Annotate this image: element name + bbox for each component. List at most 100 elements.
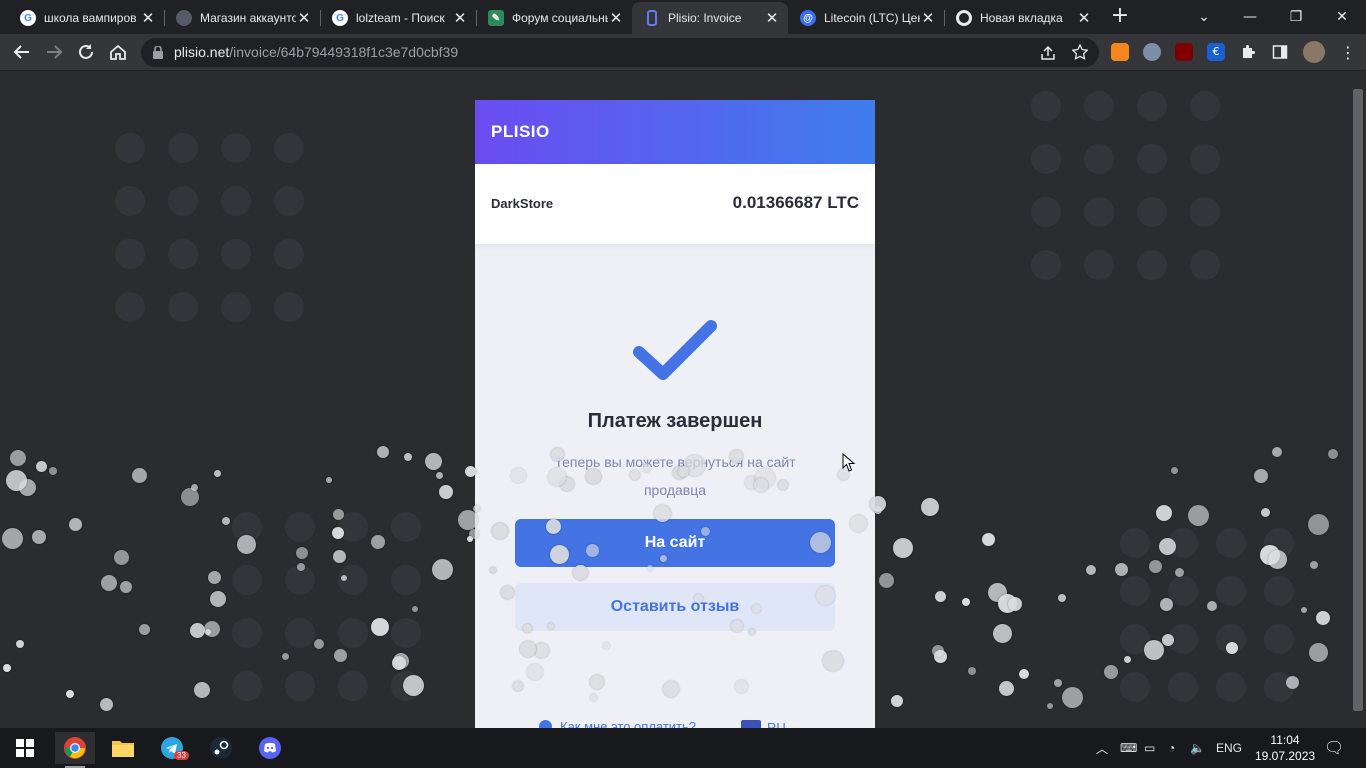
- chrome-menu-icon[interactable]: ⋮: [1336, 40, 1360, 64]
- language-indicator[interactable]: ENG: [1216, 728, 1242, 768]
- litecoin-particle-icon: [850, 515, 867, 532]
- litecoin-particle-icon: [590, 694, 597, 701]
- chrome-taskbar-button[interactable]: [55, 732, 95, 768]
- volume-icon[interactable]: 🔈: [1190, 728, 1205, 768]
- close-tab-icon[interactable]: ✕: [296, 9, 312, 27]
- tab-5-active[interactable]: Plisio: Invoice ✕: [632, 2, 788, 34]
- notification-badge: 33: [174, 751, 189, 760]
- notification-center-icon[interactable]: 🗨: [1324, 728, 1344, 768]
- litecoin-icon: @: [800, 10, 816, 26]
- euro-extension-icon[interactable]: €: [1207, 43, 1225, 61]
- litecoin-particle-icon: [222, 517, 230, 525]
- litecoin-particle-icon: [1008, 597, 1022, 611]
- address-bar[interactable]: plisio.net/invoice/64b79449318f1c3e7d0cb…: [141, 38, 1099, 67]
- flag-icon: [741, 720, 761, 728]
- wifi-icon[interactable]: ◔: [1168, 728, 1175, 768]
- minimize-button[interactable]: —: [1227, 0, 1273, 34]
- tab-title: Новая вкладка: [980, 11, 1063, 25]
- ublock-extension-icon[interactable]: [1175, 43, 1193, 61]
- checkmark-icon: [633, 320, 717, 380]
- folder-icon: [112, 741, 134, 757]
- litecoin-particle-icon: [731, 620, 743, 632]
- show-hidden-icons-button[interactable]: ︿: [1096, 728, 1108, 768]
- litecoin-particle-icon: [891, 695, 903, 707]
- litecoin-particle-icon: [1162, 634, 1174, 646]
- tab-6[interactable]: @ Litecoin (LTC) Цена ✕: [788, 2, 944, 34]
- background-dot: [1031, 250, 1061, 280]
- extensions-button[interactable]: [1236, 40, 1260, 64]
- litecoin-particle-icon: [534, 643, 549, 658]
- background-dot: [1216, 528, 1246, 558]
- close-tab-icon[interactable]: ✕: [1076, 9, 1092, 27]
- home-button[interactable]: [106, 40, 130, 64]
- litecoin-particle-icon: [66, 690, 74, 698]
- background-dot: [1168, 672, 1198, 702]
- litecoin-particle-icon: [16, 640, 24, 648]
- file-explorer-button[interactable]: [103, 732, 143, 764]
- litecoin-particle-icon: [6, 470, 27, 491]
- restore-button[interactable]: ❐: [1273, 0, 1319, 34]
- litecoin-particle-icon: [935, 591, 946, 602]
- tab-title: Plisio: Invoice: [668, 11, 742, 25]
- background-dot: [1190, 144, 1220, 174]
- background-dot: [1137, 91, 1167, 121]
- battery-icon[interactable]: ▭: [1144, 728, 1155, 768]
- litecoin-particle-icon: [1104, 665, 1118, 679]
- tab-search-button[interactable]: ⌄: [1181, 0, 1227, 34]
- close-tab-icon[interactable]: ✕: [920, 9, 936, 27]
- close-tab-icon[interactable]: ✕: [140, 9, 156, 27]
- clock-time: 11:04: [1270, 733, 1300, 747]
- telegram-button[interactable]: 33: [152, 732, 192, 764]
- litecoin-particle-icon: [1254, 469, 1268, 483]
- tab-1[interactable]: G школа вампиров ✕: [8, 2, 164, 34]
- close-tab-icon[interactable]: ✕: [608, 9, 624, 27]
- litecoin-particle-icon: [2, 528, 23, 549]
- litecoin-particle-icon: [371, 535, 385, 549]
- litecoin-particle-icon: [296, 547, 308, 559]
- discord-button[interactable]: [250, 732, 290, 764]
- scrollbar-thumb[interactable]: [1353, 89, 1363, 711]
- bookmark-star-icon[interactable]: [1072, 44, 1088, 60]
- litecoin-particle-icon: [520, 641, 536, 657]
- litecoin-particle-icon: [1268, 550, 1287, 569]
- reload-button[interactable]: [74, 40, 98, 64]
- spy-extension-icon[interactable]: [1143, 43, 1161, 61]
- page-viewport: PLISIO DarkStore 0.01366687 LTC Платеж з…: [0, 71, 1350, 728]
- profile-avatar[interactable]: [1303, 41, 1325, 63]
- close-window-button[interactable]: ✕: [1319, 0, 1365, 34]
- background-dot: [338, 618, 368, 648]
- litecoin-particle-icon: [754, 478, 768, 492]
- close-tab-icon[interactable]: ✕: [764, 9, 780, 27]
- invoice-header: PLISIO: [475, 100, 875, 164]
- tab-4[interactable]: ✎ Форум социальных ✕: [476, 2, 632, 34]
- steam-button[interactable]: [201, 732, 241, 764]
- tab-3[interactable]: G lolzteam - Поиск ✕: [320, 2, 476, 34]
- new-tab-button[interactable]: +: [1109, 5, 1131, 27]
- leave-review-button[interactable]: Оставить отзыв: [515, 583, 835, 631]
- share-icon[interactable]: [1040, 45, 1056, 61]
- lock-icon: [153, 46, 163, 59]
- background-dot: [1120, 528, 1150, 558]
- litecoin-particle-icon: [546, 519, 561, 534]
- page-scrollbar[interactable]: [1350, 71, 1366, 728]
- metamask-extension-icon[interactable]: [1111, 43, 1129, 61]
- tab-7[interactable]: Новая вкладка ✕: [944, 2, 1100, 34]
- litecoin-particle-icon: [1047, 703, 1053, 709]
- input-method-icon[interactable]: ⌨: [1120, 728, 1137, 768]
- side-panel-button[interactable]: [1268, 40, 1292, 64]
- litecoin-particle-icon: [208, 571, 221, 584]
- litecoin-particle-icon: [132, 468, 147, 483]
- litecoin-particle-icon: [548, 468, 566, 486]
- help-link[interactable]: Как мне это оплатить?: [539, 719, 696, 728]
- back-button[interactable]: [10, 40, 34, 64]
- forward-button[interactable]: [42, 40, 66, 64]
- background-dot: [285, 671, 315, 701]
- litecoin-particle-icon: [404, 453, 412, 461]
- tab-2[interactable]: Магазин аккаунтов ✕: [164, 2, 320, 34]
- close-tab-icon[interactable]: ✕: [452, 9, 468, 27]
- question-icon: [539, 720, 552, 728]
- system-clock[interactable]: 11:04 19.07.2023: [1255, 732, 1315, 764]
- windows-start-button[interactable]: [5, 732, 45, 764]
- litecoin-particle-icon: [341, 575, 347, 581]
- language-selector[interactable]: RU ⌄: [741, 719, 803, 728]
